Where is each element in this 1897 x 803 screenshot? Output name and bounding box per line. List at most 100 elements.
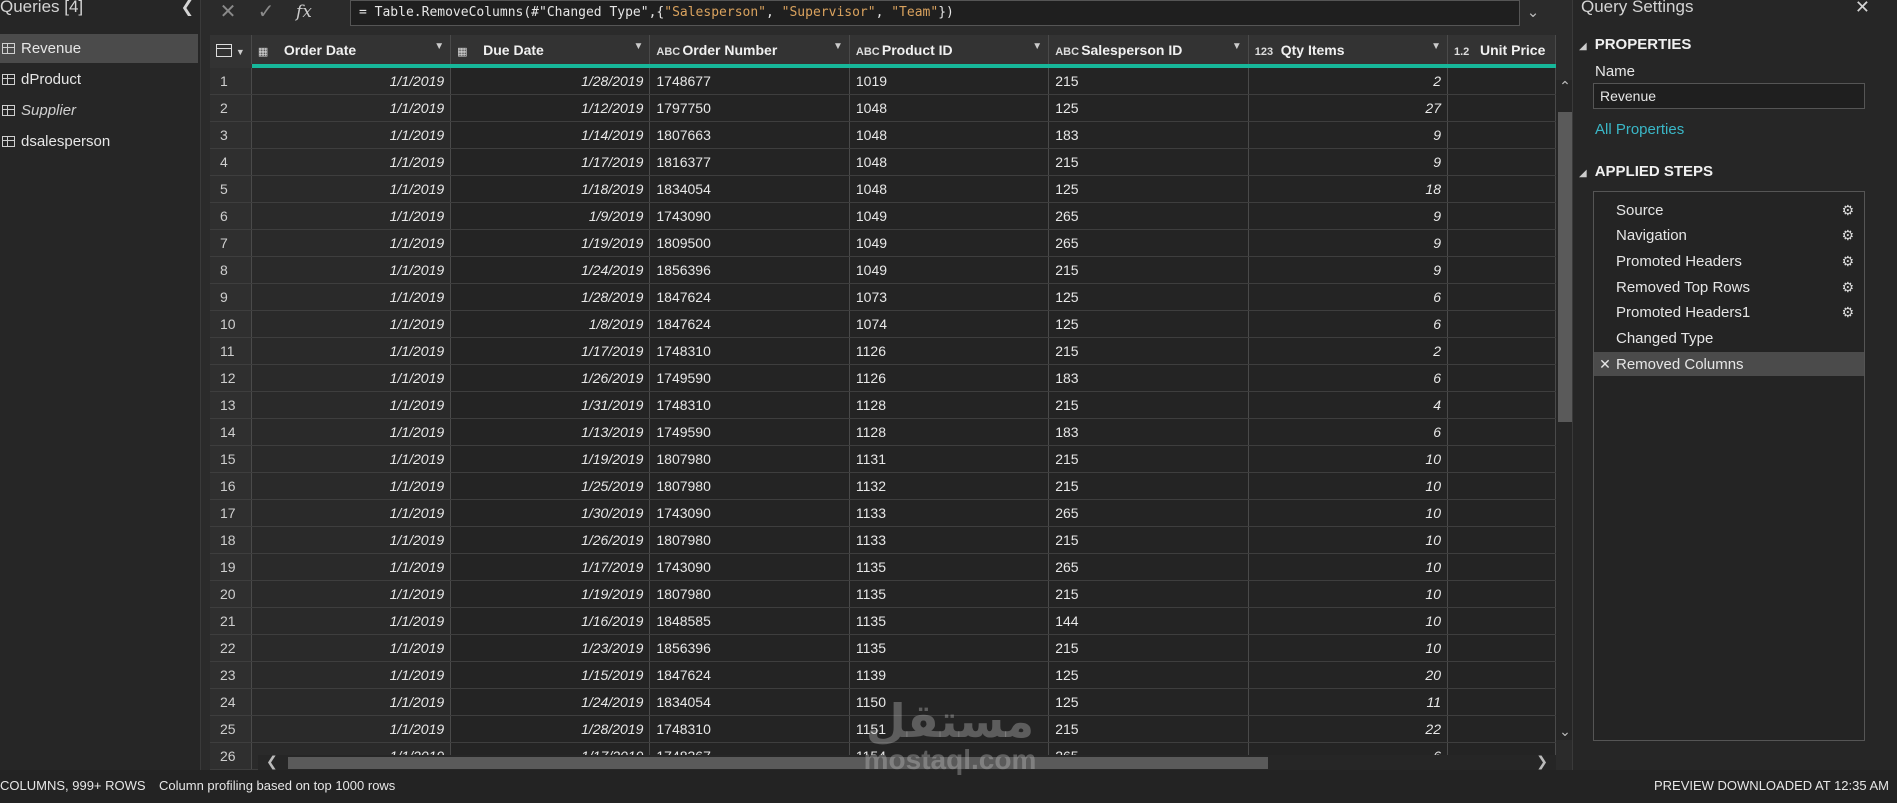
table-cell[interactable]: 1/1/2019: [251, 310, 452, 338]
table-cell[interactable]: 1/30/2019: [450, 499, 651, 527]
table-cell[interactable]: 6: [1248, 283, 1449, 311]
table-cell[interactable]: 1/26/2019: [450, 526, 651, 554]
table-cell[interactable]: 1150: [849, 688, 1050, 716]
table-cell[interactable]: 10: [1248, 607, 1449, 635]
table-row[interactable]: 15 1/1/2019 1/19/2019 1807980 1131 215 10: [210, 445, 1556, 473]
gear-icon[interactable]: ⚙: [1841, 253, 1854, 270]
table-cell[interactable]: 1797750: [649, 94, 850, 122]
table-cell[interactable]: 1/1/2019: [251, 634, 452, 662]
table-cell[interactable]: 1048: [849, 148, 1050, 176]
table-cell[interactable]: [1447, 472, 1556, 500]
table-cell[interactable]: [1447, 202, 1556, 230]
table-cell[interactable]: 1807980: [649, 472, 850, 500]
table-cell[interactable]: 1/1/2019: [251, 580, 452, 608]
table-cell[interactable]: [1447, 364, 1556, 392]
table-cell[interactable]: 1/14/2019: [450, 121, 651, 149]
table-cell[interactable]: 9: [1248, 148, 1449, 176]
table-cell[interactable]: 1/1/2019: [251, 391, 452, 419]
table-row[interactable]: 17 1/1/2019 1/30/2019 1743090 1133 265 10: [210, 499, 1556, 527]
table-cell[interactable]: 1847624: [649, 283, 850, 311]
table-cell[interactable]: 1/28/2019: [450, 715, 651, 743]
column-type-icon[interactable]: ABC: [656, 46, 680, 58]
table-cell[interactable]: 1/1/2019: [251, 418, 452, 446]
table-cell[interactable]: 2: [1248, 66, 1449, 95]
table-cell[interactable]: 1135: [849, 553, 1050, 581]
table-cell[interactable]: 215: [1048, 580, 1249, 608]
table-cell[interactable]: 215: [1048, 256, 1249, 284]
table-cell[interactable]: 183: [1048, 364, 1249, 392]
table-row[interactable]: 10 1/1/2019 1/8/2019 1847624 1074 125 6: [210, 310, 1556, 338]
table-cell[interactable]: 1/1/2019: [251, 499, 452, 527]
table-cell[interactable]: 1/1/2019: [251, 445, 452, 473]
table-cell[interactable]: 1/1/2019: [251, 553, 452, 581]
applied-steps-section[interactable]: ◢ APPLIED STEPS: [1579, 163, 1713, 180]
column-filter-dropdown-icon[interactable]: ▼: [434, 41, 444, 52]
table-cell[interactable]: 9: [1248, 121, 1449, 149]
table-cell[interactable]: 1816377: [649, 148, 850, 176]
table-cell[interactable]: 1049: [849, 256, 1050, 284]
table-row[interactable]: 7 1/1/2019 1/19/2019 1809500 1049 265 9: [210, 229, 1556, 257]
table-cell[interactable]: 1074: [849, 310, 1050, 338]
column-header[interactable]: 1.2 Unit Price: [1447, 35, 1556, 68]
table-cell[interactable]: [1447, 661, 1556, 689]
cancel-formula-icon[interactable]: ✕: [210, 0, 246, 26]
table-cell[interactable]: 1/1/2019: [251, 148, 452, 176]
column-filter-dropdown-icon[interactable]: ▼: [1032, 41, 1042, 52]
table-cell[interactable]: 1135: [849, 607, 1050, 635]
table-cell[interactable]: 6: [1248, 310, 1449, 338]
table-cell[interactable]: 9: [1248, 229, 1449, 257]
query-name-input[interactable]: [1593, 83, 1865, 109]
table-cell[interactable]: 1/24/2019: [450, 256, 651, 284]
table-cell[interactable]: 125: [1048, 661, 1249, 689]
table-cell[interactable]: 1/1/2019: [251, 229, 452, 257]
query-item[interactable]: Revenue: [0, 34, 198, 63]
table-cell[interactable]: 1133: [849, 526, 1050, 554]
table-cell[interactable]: 1743090: [649, 553, 850, 581]
table-cell[interactable]: 1/13/2019: [450, 418, 651, 446]
table-cell[interactable]: 1847624: [649, 661, 850, 689]
table-cell[interactable]: 1/1/2019: [251, 283, 452, 311]
table-cell[interactable]: 1049: [849, 202, 1050, 230]
table-cell[interactable]: 1/17/2019: [450, 553, 651, 581]
table-cell[interactable]: 9: [1248, 202, 1449, 230]
table-cell[interactable]: 1856396: [649, 256, 850, 284]
table-cell[interactable]: 125: [1048, 283, 1249, 311]
table-cell[interactable]: 1135: [849, 634, 1050, 662]
table-cell[interactable]: [1447, 499, 1556, 527]
column-filter-dropdown-icon[interactable]: ▼: [833, 41, 843, 52]
table-cell[interactable]: 1/25/2019: [450, 472, 651, 500]
table-row[interactable]: 9 1/1/2019 1/28/2019 1847624 1073 125 6: [210, 283, 1556, 311]
table-cell[interactable]: 265: [1048, 202, 1249, 230]
table-cell[interactable]: [1447, 337, 1556, 365]
column-header[interactable]: ▦ Order Date ▼: [251, 35, 452, 68]
column-header[interactable]: ABC Order Number ▼: [649, 35, 850, 68]
table-cell[interactable]: 215: [1048, 472, 1249, 500]
table-cell[interactable]: [1447, 580, 1556, 608]
column-type-icon[interactable]: 123: [1255, 46, 1275, 58]
all-properties-link[interactable]: All Properties: [1595, 121, 1684, 138]
table-cell[interactable]: 6: [1248, 418, 1449, 446]
table-cell[interactable]: 1/19/2019: [450, 445, 651, 473]
applied-step[interactable]: Changed Type: [1594, 327, 1864, 351]
table-cell[interactable]: 1/12/2019: [450, 94, 651, 122]
table-cell[interactable]: [1447, 283, 1556, 311]
column-header[interactable]: ABC Product ID ▼: [849, 35, 1050, 68]
column-type-icon[interactable]: ABC: [856, 46, 880, 58]
table-row[interactable]: 22 1/1/2019 1/23/2019 1856396 1135 215 10: [210, 634, 1556, 662]
table-cell[interactable]: 10: [1248, 445, 1449, 473]
table-cell[interactable]: 1126: [849, 364, 1050, 392]
column-type-icon[interactable]: ▦: [258, 45, 278, 58]
table-cell[interactable]: 1019: [849, 66, 1050, 95]
table-cell[interactable]: [1447, 445, 1556, 473]
applied-step[interactable]: Promoted Headers ⚙: [1594, 249, 1864, 273]
table-row[interactable]: 5 1/1/2019 1/18/2019 1834054 1048 125 18: [210, 175, 1556, 203]
delete-step-icon[interactable]: ✕: [1594, 356, 1616, 373]
table-row[interactable]: 6 1/1/2019 1/9/2019 1743090 1049 265 9: [210, 202, 1556, 230]
table-cell[interactable]: 125: [1048, 94, 1249, 122]
vertical-scroll-thumb[interactable]: [1558, 112, 1572, 422]
table-cell[interactable]: 1834054: [649, 175, 850, 203]
table-row[interactable]: 11 1/1/2019 1/17/2019 1748310 1126 215 2: [210, 337, 1556, 365]
column-filter-dropdown-icon[interactable]: ▼: [633, 41, 643, 52]
commit-formula-icon[interactable]: ✓: [248, 0, 284, 26]
column-filter-dropdown-icon[interactable]: ▼: [1431, 41, 1441, 52]
